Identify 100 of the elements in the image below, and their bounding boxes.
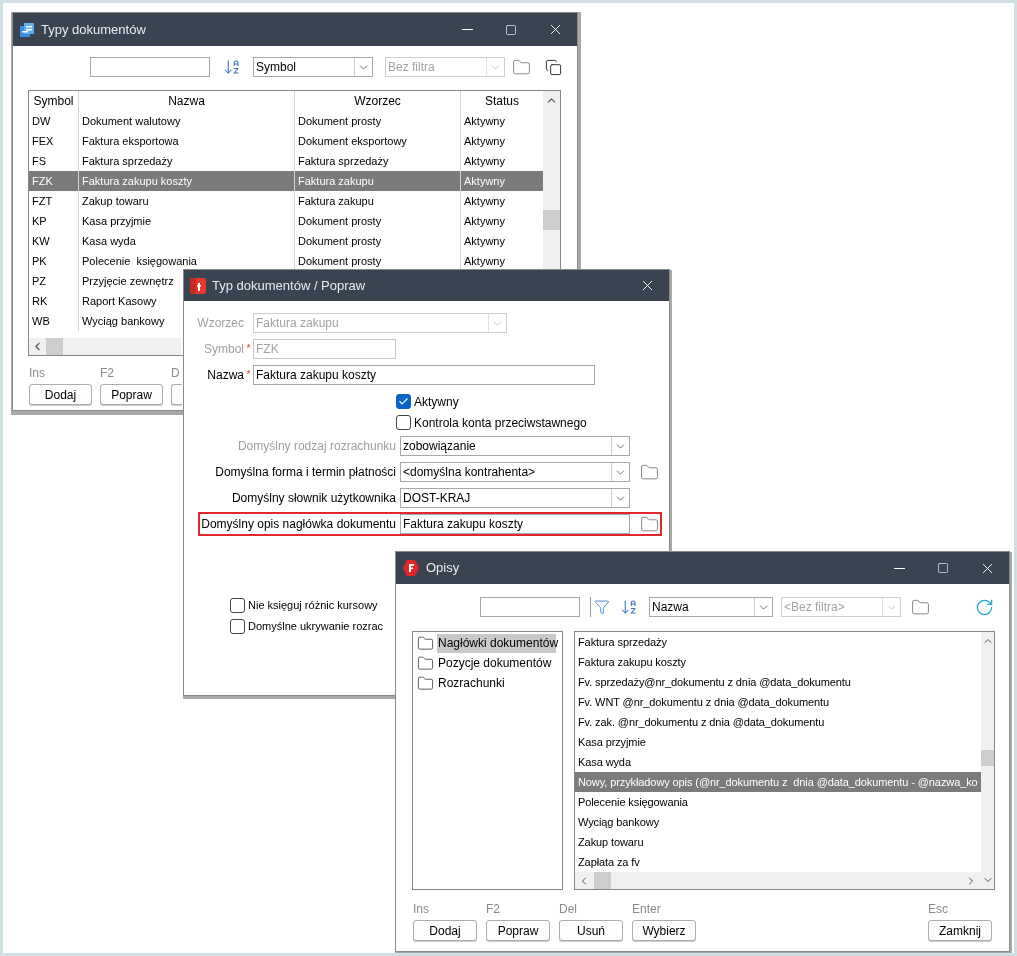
- table-cell-text: Zakup towaru: [82, 193, 149, 209]
- list-item[interactable]: Fv. zak. @nr_dokumentu z dnia @data_dokumentu: [575, 712, 981, 732]
- table-cell-text: Raport Kasowy: [82, 293, 157, 309]
- field-label: Wzorzec: [196, 315, 244, 332]
- dropdown[interactable]: <domyślna kontrahenta>: [400, 462, 630, 482]
- action-button[interactable]: Popraw: [100, 384, 163, 405]
- action-button[interactable]: Popraw: [486, 920, 550, 941]
- action-button[interactable]: Usuń: [559, 920, 623, 941]
- table-row[interactable]: FZK Faktura zakupu koszty Faktura zakupu Aktywny: [29, 171, 544, 191]
- list-item[interactable]: Polecenie księgowania: [575, 792, 981, 812]
- list-item[interactable]: Kasa wyda: [575, 752, 981, 772]
- scroll-thumb[interactable]: [594, 872, 611, 889]
- copy-icon[interactable]: [545, 58, 562, 76]
- dropdown[interactable]: DOST-KRAJ: [400, 488, 630, 508]
- list-item[interactable]: Zapłata za fv: [575, 852, 981, 872]
- action-button[interactable]: Dodaj: [29, 384, 92, 405]
- window-title: Opisy: [426, 559, 460, 578]
- table-cell-text: FEX: [32, 133, 54, 149]
- folder-icon[interactable]: [512, 57, 531, 77]
- folder-icon[interactable]: [640, 462, 659, 482]
- field-label: Domyślny słownik użytkownika: [230, 490, 396, 507]
- table-cell-text: Kasa wyda: [82, 233, 136, 249]
- table-cell-text: Aktywny: [464, 113, 505, 129]
- table-cell-text: FZK: [32, 173, 53, 189]
- document-icon: [19, 21, 35, 38]
- column-header[interactable]: Symbol: [29, 91, 79, 111]
- maximize-icon: [505, 23, 517, 36]
- checkbox[interactable]: [396, 415, 411, 430]
- maximize-icon: [937, 562, 949, 574]
- checkbox[interactable]: [230, 598, 245, 613]
- list-item[interactable]: Faktura sprzedaży: [575, 632, 981, 652]
- tree-item[interactable]: Nagłówki dokumentów: [437, 633, 556, 653]
- horizontal-scrollbar[interactable]: [575, 872, 981, 889]
- shortcut-hint: Del: [559, 902, 577, 917]
- field-label: Symbol: [203, 341, 244, 358]
- scroll-thumb[interactable]: [981, 750, 994, 766]
- list-item[interactable]: Wyciąg bankowy: [575, 812, 981, 832]
- table-cell-text: Dokument prosty: [298, 253, 382, 269]
- checkbox-label: Domyślne ukrywanie rozrac: [248, 619, 384, 635]
- list-item[interactable]: Nowy, przykładowy opis (@nr_dokumentu z dnia @data_dokumentu - @nazwa_ko: [575, 772, 981, 792]
- text-field[interactable]: Faktura zakupu koszty: [253, 365, 595, 385]
- list-item[interactable]: Fv. sprzedaży@nr_dokumentu z dnia @data_dokumentu: [575, 672, 981, 692]
- search-field[interactable]: [480, 597, 580, 617]
- folder-icon[interactable]: [640, 514, 659, 534]
- table-cell-text: Aktywny: [464, 133, 505, 149]
- table-cell-text: DW: [32, 113, 51, 129]
- table-row[interactable]: PZ Przyjęcie zewnętrz: [29, 271, 182, 291]
- table-row[interactable]: WB Wyciąg bankowy: [29, 311, 182, 331]
- shortcut-hint: Ins: [413, 902, 429, 917]
- table-cell-text: Polecenie księgowania: [82, 253, 197, 269]
- checkbox[interactable]: [396, 394, 411, 409]
- table-cell-text: Wyciąg bankowy: [82, 313, 165, 329]
- filter-icon[interactable]: [590, 597, 612, 617]
- app-logo-icon: [190, 277, 206, 294]
- dropdown[interactable]: Symbol: [253, 57, 373, 77]
- tree-item[interactable]: Pozycje dokumentów: [437, 653, 553, 673]
- refresh-icon[interactable]: [975, 597, 994, 617]
- checkbox-label: Aktywny: [414, 393, 459, 411]
- table-cell-text: Faktura eksportowa: [82, 133, 179, 149]
- action-button[interactable]: [171, 384, 182, 405]
- window-title: Typy dokumentów: [41, 20, 146, 39]
- list-item[interactable]: Kasa przyjmie: [575, 732, 981, 752]
- search-field[interactable]: [90, 57, 210, 77]
- action-button[interactable]: Wybierz: [632, 920, 696, 941]
- scroll-thumb[interactable]: [46, 338, 63, 355]
- table-cell-text: Dokument prosty: [298, 213, 382, 229]
- column-header[interactable]: Nazwa: [79, 91, 295, 111]
- scroll-thumb[interactable]: [543, 210, 560, 230]
- column-header[interactable]: Wzorzec: [295, 91, 461, 111]
- table-cell-text: KW: [32, 233, 50, 249]
- folder-icon[interactable]: [911, 597, 930, 617]
- text-field[interactable]: Faktura zakupu koszty: [400, 514, 630, 534]
- table-cell-text: Dokument eksportowy: [298, 133, 407, 149]
- table-cell-text: Przyjęcie zewnętrz: [82, 273, 174, 289]
- shortcut-hint: D: [171, 366, 180, 381]
- dropdown[interactable]: Nazwa: [649, 597, 773, 617]
- minimize-icon: [893, 567, 905, 569]
- list-item[interactable]: Zakup towaru: [575, 832, 981, 852]
- table-cell-text: FS: [32, 153, 47, 169]
- field-label: Domyślny opis nagłówka dokumentu: [200, 516, 396, 533]
- table-cell-text: Faktura sprzedaży: [82, 153, 173, 169]
- required-mark: *: [246, 370, 251, 380]
- sort-icon[interactable]: [223, 58, 241, 76]
- checkbox[interactable]: [230, 619, 245, 634]
- table-cell-text: Faktura zakupu: [298, 173, 374, 189]
- dropdown[interactable]: zobowiązanie: [400, 436, 630, 456]
- vertical-scrollbar[interactable]: [981, 632, 994, 889]
- sort-icon[interactable]: [620, 598, 638, 616]
- list-item[interactable]: Faktura zakupu koszty: [575, 652, 981, 672]
- shortcut-hint: F2: [486, 902, 500, 917]
- table-row[interactable]: RK Raport Kasowy: [29, 291, 182, 311]
- list-item[interactable]: Fv. WNT @nr_dokumentu z dnia @data_dokumentu: [575, 692, 981, 712]
- action-button[interactable]: Zamknij: [928, 920, 992, 941]
- tree-item[interactable]: Rozrachunki: [437, 673, 506, 693]
- action-button[interactable]: Dodaj: [413, 920, 477, 941]
- horizontal-scrollbar[interactable]: [29, 338, 181, 355]
- table-cell-text: Dokument prosty: [298, 233, 382, 249]
- shortcut-hint: Esc: [928, 902, 948, 917]
- table-cell-text: KP: [32, 213, 47, 229]
- vertical-scrollbar[interactable]: [543, 91, 560, 269]
